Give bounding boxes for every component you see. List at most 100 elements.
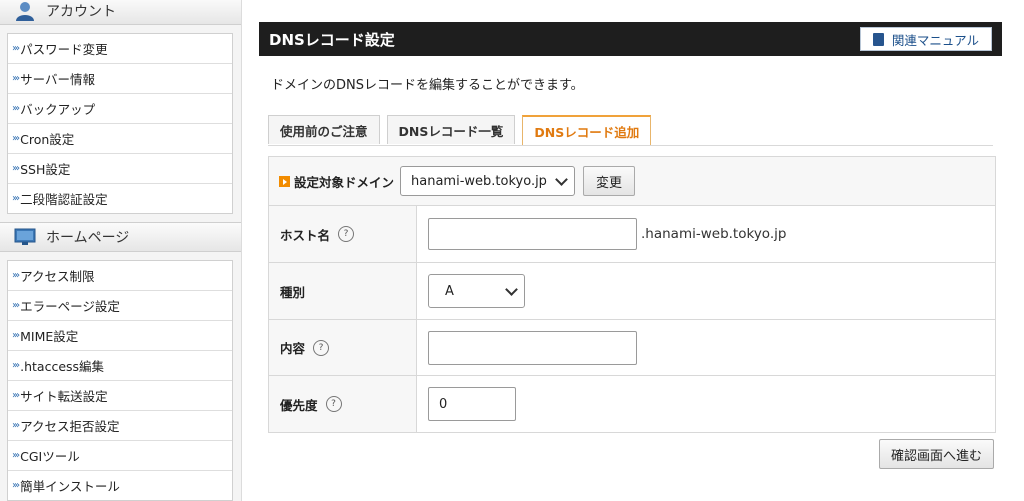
chevron-down-icon [505, 282, 518, 296]
domain-row: 設定対象ドメイン hanami-web.tokyo.jp 変更 [269, 157, 995, 206]
sidebar-item-cgi[interactable]: ›» CGIツール [8, 441, 232, 471]
sidebar-item-label: バックアップ [20, 102, 96, 117]
sidebar-item-label: .htaccess編集 [20, 359, 105, 374]
confirm-button-label: 確認画面へ進む [890, 448, 982, 464]
content-head: 内容 ? [269, 320, 417, 375]
dns-add-form: 設定対象ドメイン hanami-web.tokyo.jp 変更 ホスト名 ? .… [268, 156, 996, 433]
homepage-menu: ›» アクセス制限 ›» エラーページ設定 ›» MIME設定 ›» .htaccess… [7, 260, 233, 501]
tab-label: DNSレコード追加 [534, 124, 640, 140]
type-head: 種別 [269, 263, 417, 319]
sidebar-item-label: サイト転送設定 [20, 389, 108, 404]
arrow-icon: ›» [12, 360, 20, 371]
arrow-icon: ›» [12, 133, 20, 144]
tab-label: DNSレコード一覧 [398, 123, 504, 139]
arrow-icon: ›» [12, 450, 20, 461]
host-cell: .hanami-web.tokyo.jp [417, 206, 995, 262]
tab-divider [268, 145, 993, 146]
account-menu: ›» パスワード変更 ›» サーバー情報 ›» バックアップ ›» Cron設定 ›» S… [7, 33, 233, 214]
chevron-down-icon [555, 172, 568, 186]
bullet-icon [279, 175, 290, 187]
arrow-icon: ›» [12, 193, 20, 204]
monitor-icon [14, 226, 36, 248]
arrow-icon: ›» [12, 43, 20, 54]
domain-label: 設定対象ドメイン [294, 174, 395, 190]
page-title: DNSレコード設定 [269, 30, 395, 49]
tab-dns-list[interactable]: DNSレコード一覧 [386, 115, 516, 144]
content-input[interactable] [428, 330, 637, 365]
manual-button-label: 関連マニュアル [891, 32, 979, 48]
sidebar-section-title: アカウント [46, 4, 116, 20]
sidebar-item-access-limit[interactable]: ›» アクセス制限 [8, 261, 232, 291]
arrow-icon: ›» [12, 390, 20, 401]
sidebar-item-access-deny[interactable]: ›» アクセス拒否設定 [8, 411, 232, 441]
type-row: 種別 A [269, 263, 995, 320]
panel-header: DNSレコード設定 関連マニュアル [259, 22, 1002, 56]
arrow-icon: ›» [12, 270, 20, 281]
priority-label: 優先度 [280, 397, 318, 413]
sidebar-item-label: 簡単インストール [20, 479, 120, 494]
tab-label: 使用前のご注意 [280, 123, 368, 139]
tab-precautions[interactable]: 使用前のご注意 [268, 115, 380, 144]
priority-input[interactable]: 0 [428, 387, 516, 421]
sidebar-item-label: 二段階認証設定 [20, 192, 108, 207]
domain-select[interactable]: hanami-web.tokyo.jp [400, 166, 576, 196]
page-description: ドメインのDNSレコードを編集することができます。 [271, 78, 584, 93]
type-cell: A [417, 263, 995, 319]
arrow-icon: ›» [12, 103, 20, 114]
sidebar-item-easy-install[interactable]: ›» 簡単インストール [8, 471, 232, 500]
sidebar-item-htaccess[interactable]: ›» .htaccess編集 [8, 351, 232, 381]
help-icon[interactable]: ? [313, 339, 330, 356]
help-icon[interactable]: ? [338, 226, 355, 242]
sidebar-item-mime[interactable]: ›» MIME設定 [8, 321, 232, 351]
sidebar-item-ssh[interactable]: ›» SSH設定 [8, 154, 232, 184]
arrow-icon: ›» [12, 73, 20, 84]
priority-cell: 0 [417, 376, 995, 432]
sidebar-item-label: Cron設定 [20, 132, 75, 147]
sidebar-item-label: SSH設定 [20, 162, 71, 177]
sidebar-item-backup[interactable]: ›» バックアップ [8, 94, 232, 124]
host-head: ホスト名 ? [269, 206, 417, 262]
content-cell [417, 320, 995, 375]
arrow-icon: ›» [12, 300, 20, 311]
content-label: 内容 [280, 341, 306, 356]
help-icon[interactable]: ? [325, 396, 342, 412]
host-row: ホスト名 ? .hanami-web.tokyo.jp [269, 206, 995, 263]
domain-select-value: hanami-web.tokyo.jp [411, 173, 547, 189]
sidebar-item-error-page[interactable]: ›» エラーページ設定 [8, 291, 232, 321]
confirm-button[interactable]: 確認画面へ進む [879, 439, 994, 469]
host-suffix: .hanami-web.tokyo.jp [641, 226, 787, 242]
arrow-icon: ›» [12, 420, 20, 431]
priority-row: 優先度 ? 0 [269, 376, 995, 432]
arrow-icon: ›» [12, 163, 20, 174]
sidebar-item-label: CGIツール [20, 449, 80, 464]
sidebar-section-account: アカウント [0, 0, 241, 25]
user-icon [14, 0, 36, 22]
sidebar-item-redirect[interactable]: ›» サイト転送設定 [8, 381, 232, 411]
tab-dns-add[interactable]: DNSレコード追加 [522, 115, 652, 145]
sidebar-item-label: アクセス制限 [20, 269, 95, 284]
manual-button[interactable]: 関連マニュアル [859, 27, 992, 51]
type-label: 種別 [280, 284, 306, 300]
change-button[interactable]: 変更 [583, 166, 636, 196]
sidebar-item-label: エラーページ設定 [20, 299, 120, 314]
sidebar-item-password[interactable]: ›» パスワード変更 [8, 34, 232, 64]
sidebar-item-label: サーバー情報 [20, 72, 96, 87]
sidebar-item-server-info[interactable]: ›» サーバー情報 [8, 64, 232, 94]
sidebar-section-title: ホームページ [46, 230, 130, 246]
sidebar-item-2fa[interactable]: ›» 二段階認証設定 [8, 184, 232, 213]
sidebar-item-label: MIME設定 [20, 329, 79, 344]
type-select-value: A [445, 283, 454, 299]
content-row: 内容 ? [269, 320, 995, 376]
priority-head: 優先度 ? [269, 376, 417, 432]
host-label: ホスト名 [280, 227, 331, 243]
host-input[interactable] [428, 218, 637, 250]
sidebar-item-cron[interactable]: ›» Cron設定 [8, 124, 232, 154]
type-select[interactable]: A [428, 274, 525, 308]
change-button-label: 変更 [596, 175, 623, 191]
sidebar: アカウント ›» パスワード変更 ›» サーバー情報 ›» バックアップ ›» Cron… [0, 0, 242, 501]
book-icon [872, 32, 884, 46]
sidebar-item-label: パスワード変更 [20, 42, 108, 57]
arrow-icon: ›» [12, 480, 20, 491]
tab-bar: 使用前のご注意 DNSレコード一覧 DNSレコード追加 [268, 115, 658, 145]
sidebar-section-homepage: ホームページ [0, 222, 241, 252]
